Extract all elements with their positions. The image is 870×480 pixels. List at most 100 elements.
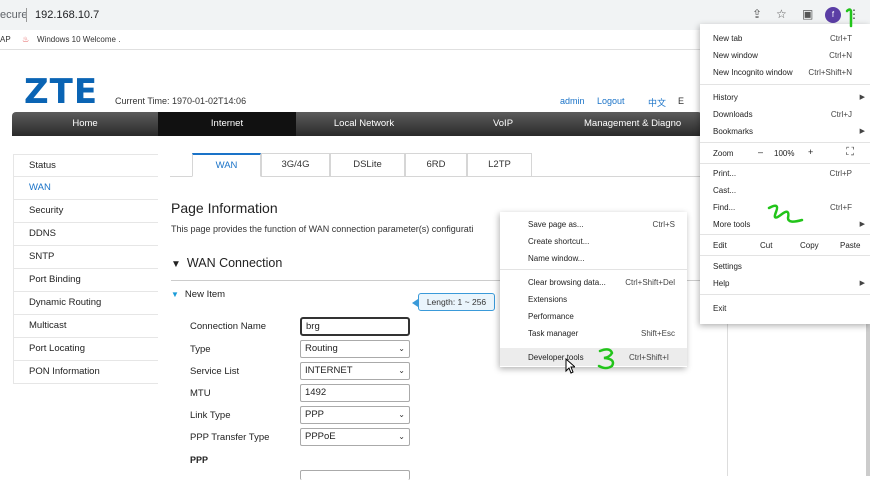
menu-copy[interactable]: Copy [800,241,819,250]
menu-edit-label: Edit [713,241,727,250]
menu-new-incognito[interactable]: New Incognito window [713,68,793,77]
current-time: Current Time: 1970-01-02T14:06 [115,96,247,106]
length-tooltip: Length: 1 ~ 256 [412,293,495,311]
tab-l2tp[interactable]: L2TP [467,153,532,177]
shortcut-label: Ctrl+S [652,220,675,229]
logout-link[interactable]: Logout [597,96,625,106]
menu-zoom-label: Zoom [713,149,734,158]
submenu-task-manager[interactable]: Task manager [528,329,578,338]
sidebar-item-wan[interactable]: WAN [13,177,158,200]
chevron-down-icon: ⌄ [398,432,405,441]
link-type-select[interactable]: PPP ⌄ [300,406,410,424]
submenu-clear-browsing-data[interactable]: Clear browsing data... [528,278,606,287]
nav-management[interactable]: Management & Diagno [574,112,702,136]
type-select-value: Routing [305,343,338,354]
star-icon[interactable]: ☆ [776,7,787,21]
share-icon[interactable]: ⇪ [752,7,762,21]
menu-cut[interactable]: Cut [760,241,772,250]
more-tools-submenu: Save page as... Ctrl+S Create shortcut..… [500,212,687,367]
sidebar-item-ddns[interactable]: DDNS [13,223,158,246]
menu-find[interactable]: Find... [713,203,735,212]
page-description: This page provides the function of WAN c… [171,224,474,234]
divider [700,163,870,164]
sidebar-item-dynamic-routing[interactable]: Dynamic Routing [13,292,158,315]
divider [700,255,870,256]
sidebar-item-pon-information[interactable]: PON Information [13,361,158,384]
mtu-input[interactable]: 1492 [300,384,410,402]
submenu-save-page[interactable]: Save page as... [528,220,584,229]
wan-connection-heading[interactable]: ▼ WAN Connection [171,256,282,270]
divider [500,269,687,270]
ppp-username-input[interactable] [300,470,410,480]
nav-internet[interactable]: Internet [158,112,296,136]
menu-help[interactable]: Help [713,279,729,288]
annotation-step-3-mark [597,348,615,370]
sidebar-item-port-binding[interactable]: Port Binding [13,269,158,292]
bookmark-item[interactable]: AP [0,35,11,44]
menu-paste[interactable]: Paste [840,241,860,250]
chevron-down-icon: ⌄ [398,344,405,353]
submenu-extensions[interactable]: Extensions [528,295,567,304]
tab-6rd[interactable]: 6RD [405,153,467,177]
service-list-value: INTERNET [305,365,353,376]
chevron-down-icon: ⌄ [398,366,405,375]
submenu-developer-tools[interactable]: Developer tools [528,353,584,362]
submenu-name-window[interactable]: Name window... [528,254,584,263]
menu-more-tools[interactable]: More tools [713,220,750,229]
submenu-performance[interactable]: Performance [528,312,574,321]
submenu-create-shortcut[interactable]: Create shortcut... [528,237,589,246]
menu-exit[interactable]: Exit [713,304,726,313]
menu-bookmarks[interactable]: Bookmarks [713,127,753,136]
menu-cast[interactable]: Cast... [713,186,736,195]
avatar[interactable]: f [825,7,841,23]
zoom-out-button[interactable]: – [758,147,763,157]
shortcut-label: Ctrl+Shift+Del [625,278,675,287]
sidebar-item-security[interactable]: Security [13,200,158,223]
chevron-down-icon: ⌄ [398,410,405,419]
menu-new-window[interactable]: New window [713,51,758,60]
menu-history[interactable]: History [713,93,738,102]
nav-voip[interactable]: VoIP [432,112,574,136]
tab-3g4g[interactable]: 3G/4G [261,153,330,177]
tab-dslite[interactable]: DSLite [330,153,405,177]
submenu-arrow-icon: ▶ [859,280,865,287]
sidebar-item-status[interactable]: Status [13,154,158,177]
ppp-transfer-type-select[interactable]: PPPoE ⌄ [300,428,410,446]
tab-wan[interactable]: WAN [192,153,261,177]
divider [700,142,870,143]
admin-link[interactable]: admin [560,96,585,106]
security-label[interactable]: ecure [0,9,28,21]
ppp-transfer-type-label: PPP Transfer Type [190,432,270,443]
bookmark-favicon-icon: ♨ [22,35,30,44]
fullscreen-icon[interactable]: ⛶ [846,146,854,159]
service-list-select[interactable]: INTERNET ⌄ [300,362,410,380]
nav-home[interactable]: Home [12,112,158,136]
wan-connection-label: WAN Connection [186,256,283,270]
menu-new-tab[interactable]: New tab [713,34,742,43]
side-panel-icon[interactable]: ▣ [802,7,813,21]
sidebar-item-multicast[interactable]: Multicast [13,315,158,338]
connection-name-input[interactable]: brg [300,317,410,336]
divider [700,84,870,85]
shortcut-label: Shift+Esc [640,329,675,338]
language-link[interactable]: 中文 [648,96,666,109]
url-input[interactable]: 192.168.10.7 [35,9,99,21]
divider [26,8,27,22]
shortcut-label: Ctrl+F [830,203,852,212]
language-link-english[interactable]: E [678,96,684,106]
sidebar-item-port-locating[interactable]: Port Locating [13,338,158,361]
menu-settings[interactable]: Settings [713,262,742,271]
type-label: Type [190,344,211,355]
ppp-transfer-type-value: PPPoE [305,431,336,442]
type-select[interactable]: Routing ⌄ [300,340,410,358]
submenu-arrow-icon: ▶ [859,221,865,228]
submenu-arrow-icon: ▶ [859,94,865,101]
bookmark-item[interactable]: Windows 10 Welcome . [37,35,120,44]
menu-print[interactable]: Print... [713,169,736,178]
chrome-menu: New tab Ctrl+T New window Ctrl+N New Inc… [700,24,870,324]
sidebar-item-sntp[interactable]: SNTP [13,246,158,269]
scrollbar[interactable] [866,318,870,476]
zoom-in-button[interactable]: + [808,147,813,157]
menu-downloads[interactable]: Downloads [713,110,753,119]
nav-local-network[interactable]: Local Network [296,112,432,136]
